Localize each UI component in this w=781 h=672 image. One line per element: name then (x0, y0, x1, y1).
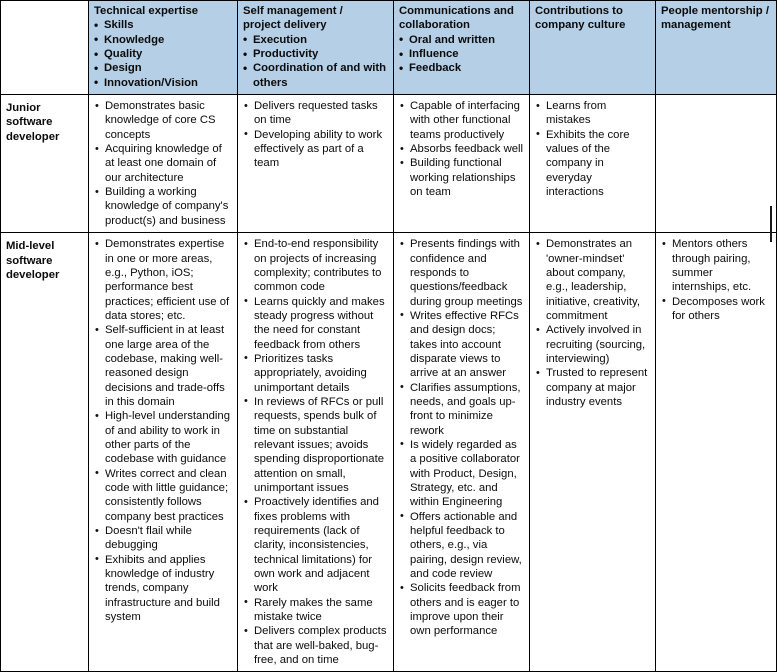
list-item: Decomposes work for others (661, 294, 771, 324)
list-item: Learns quickly and makes steady progress… (243, 294, 388, 352)
list-item: Offers actionable and helpful feedback t… (399, 509, 524, 582)
list-item: Prioritizes tasks appropriately, avoidin… (243, 351, 388, 395)
list-item: Writes correct and clean code with littl… (94, 466, 232, 524)
list-item: End-to-end responsibility on projects of… (243, 237, 388, 294)
header-bullet: Oral and written (399, 32, 524, 48)
bullet-list: Demonstrates basic knowledge of core CS … (94, 99, 232, 228)
competency-matrix-page: Technical expertise Skills Knowledge Qua… (0, 0, 781, 672)
header-title-communications: Communications and collaboration (399, 5, 514, 32)
list-item: Acquiring knowledge of at least one doma… (94, 142, 232, 185)
list-item: Building functional working relationship… (399, 156, 524, 199)
header-bullets-self-management: Execution Productivity Coordination of a… (243, 32, 388, 90)
level-label-mid-level: Mid-level software developer (0, 232, 89, 672)
list-item: Exhibits the core values of the company … (535, 127, 650, 200)
list-item: Delivers requested tasks on time (243, 99, 388, 128)
header-cell-communications: Communications and collaboration Oral an… (393, 0, 530, 96)
header-cell-corner (0, 0, 89, 96)
header-cell-technical-expertise: Technical expertise Skills Knowledge Qua… (88, 0, 238, 96)
header-bullets-communications: Oral and written Influence Feedback (399, 32, 524, 77)
bullet-list: Demonstrates an 'owner-mindset' about co… (535, 237, 650, 409)
bullet-list: Learns from mistakes Exhibits the core v… (535, 99, 650, 199)
list-item: Demonstrates expertise in one or more ar… (94, 237, 232, 323)
list-item: High-level understanding of and ability … (94, 409, 232, 466)
list-item: Proactively identifies and fixes problem… (243, 495, 388, 595)
cell-junior-technical-expertise: Demonstrates basic knowledge of core CS … (88, 94, 238, 234)
header-bullet: Skills (94, 18, 232, 34)
header-bullet: Productivity (243, 47, 388, 63)
list-item: Absorbs feedback well (399, 142, 524, 157)
list-item: Clarifies assumptions, needs, and goals … (399, 380, 524, 438)
cell-junior-culture: Learns from mistakes Exhibits the core v… (529, 94, 656, 234)
header-bullet: Quality (94, 47, 232, 63)
header-bullet: Influence (399, 47, 524, 63)
list-item: Demonstrates an 'owner-mindset' about co… (535, 237, 650, 323)
table-row-junior: Junior software developer Demonstrates b… (0, 94, 777, 234)
list-item: Demonstrates basic knowledge of core CS … (94, 99, 232, 142)
header-title-mentorship: People mentorship / management (661, 5, 769, 32)
table-header-row: Technical expertise Skills Knowledge Qua… (0, 0, 777, 96)
list-item: Presents findings with confidence and re… (399, 237, 524, 309)
list-item: Exhibits and applies knowledge of indust… (94, 552, 232, 625)
cell-mid-culture: Demonstrates an 'owner-mindset' about co… (529, 232, 656, 672)
bullet-list: Capable of interfacing with other functi… (399, 99, 524, 199)
header-bullet: Knowledge (94, 32, 232, 48)
bullet-list: Mentors others through pairing, summer i… (661, 237, 771, 323)
list-item: Writes effective RFCs and design docs; t… (399, 308, 524, 381)
list-item: Learns from mistakes (535, 99, 650, 128)
table-row-mid-level: Mid-level software developer Demonstrate… (0, 232, 777, 672)
list-item: In reviews of RFCs or pull requests, spe… (243, 394, 388, 495)
list-item: Delivers complex products that are well-… (243, 624, 388, 667)
bullet-list: Presents findings with confidence and re… (399, 237, 524, 639)
level-label-junior: Junior software developer (0, 94, 89, 234)
header-bullet: Design (94, 61, 232, 77)
list-item: Capable of interfacing with other functi… (399, 99, 524, 142)
list-item: Doesn't flail while debugging (94, 524, 232, 553)
bullet-list: End-to-end responsibility on projects of… (243, 237, 388, 667)
list-item: Developing ability to work effectively a… (243, 127, 388, 171)
bullet-list: Delivers requested tasks on time Develop… (243, 99, 388, 171)
header-cell-self-management: Self management / project delivery Execu… (237, 0, 394, 96)
cell-junior-self-management: Delivers requested tasks on time Develop… (237, 94, 394, 234)
cell-junior-communications: Capable of interfacing with other functi… (393, 94, 530, 234)
bullet-list: Demonstrates expertise in one or more ar… (94, 237, 232, 624)
header-cell-mentorship: People mentorship / management (655, 0, 777, 96)
header-bullet: Coordination of and with others (243, 61, 388, 90)
cell-mid-mentorship: Mentors others through pairing, summer i… (655, 232, 777, 672)
cell-mid-technical-expertise: Demonstrates expertise in one or more ar… (88, 232, 238, 672)
cell-mid-communications: Presents findings with confidence and re… (393, 232, 530, 672)
list-item: Building a working knowledge of company'… (94, 185, 232, 228)
text-cursor-caret (770, 206, 772, 242)
header-bullets-technical-expertise: Skills Knowledge Quality Design Innovati… (94, 18, 232, 91)
cell-mid-self-management: End-to-end responsibility on projects of… (237, 232, 394, 672)
list-item: Is widely regarded as a positive collabo… (399, 437, 524, 510)
cell-junior-mentorship (655, 94, 777, 234)
competency-matrix-table: Technical expertise Skills Knowledge Qua… (0, 0, 777, 672)
header-bullet: Innovation/Vision (94, 75, 232, 91)
header-title-culture: Contributions to company culture (535, 5, 626, 32)
header-title-technical-expertise: Technical expertise (94, 5, 199, 17)
header-bullet: Execution (243, 32, 388, 48)
list-item: Actively involved in recruiting (sourcin… (535, 323, 650, 366)
header-bullet: Feedback (399, 61, 524, 77)
list-item: Self-sufficient in at least one large ar… (94, 323, 232, 409)
list-item: Trusted to represent company at major in… (535, 366, 650, 409)
header-title-self-management: Self management / project delivery (243, 5, 343, 32)
list-item: Rarely makes the same mistake twice (243, 595, 388, 625)
list-item: Solicits feedback from others and is eag… (399, 581, 524, 638)
list-item: Mentors others through pairing, summer i… (661, 237, 771, 294)
header-cell-culture: Contributions to company culture (529, 0, 656, 96)
